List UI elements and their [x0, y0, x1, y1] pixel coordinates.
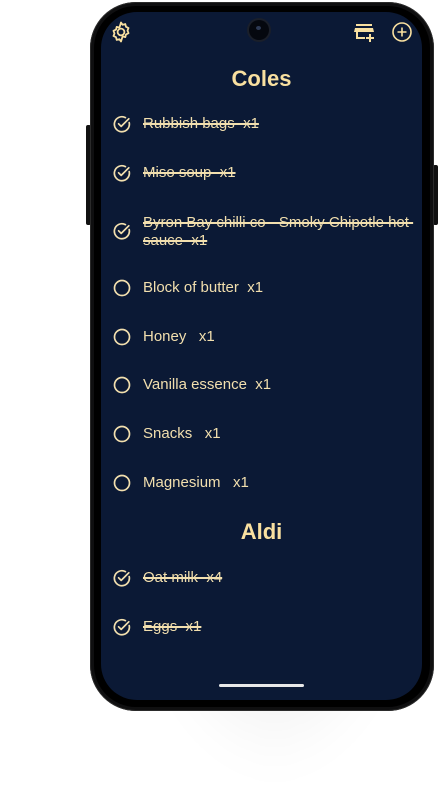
item-label: Magnesium x1: [143, 474, 249, 491]
item-label: Eggs x1: [143, 618, 202, 635]
checked-circle-icon[interactable]: [112, 617, 132, 637]
unchecked-circle-icon[interactable]: [112, 473, 132, 493]
store-title: Aldi: [240, 519, 283, 544]
plus-circle-icon[interactable]: [390, 20, 414, 44]
unchecked-circle-icon[interactable]: [112, 327, 132, 347]
item-label: Honey x1: [143, 328, 215, 345]
list-item[interactable]: Block of butter x1: [112, 276, 418, 300]
unchecked-circle-icon[interactable]: [112, 278, 132, 298]
item-label: Vanilla essence x1: [143, 376, 272, 393]
list-item[interactable]: Rubbish bags x1: [112, 112, 418, 136]
item-label: Miso soup x1: [143, 164, 236, 181]
item-label: Rubbish bags x1: [143, 115, 259, 132]
list-item[interactable]: Oat milk x4: [112, 566, 418, 590]
checked-circle-icon[interactable]: [112, 568, 132, 588]
checked-circle-icon[interactable]: [112, 114, 132, 134]
checked-circle-icon[interactable]: [112, 221, 132, 241]
item-label: Snacks x1: [143, 425, 221, 442]
list-item[interactable]: Vanilla essence x1: [112, 373, 418, 397]
front-camera: [249, 20, 269, 40]
item-label: Byron Bay chilli co - Smoky Chipotle hot…: [143, 214, 414, 249]
item-label: Block of butter x1: [143, 279, 264, 296]
list-item[interactable]: Magnesium x1: [112, 471, 418, 495]
store-title: Coles: [231, 66, 292, 91]
list-item[interactable]: Miso soup x1: [112, 161, 418, 185]
list-item[interactable]: Honey x1: [112, 325, 418, 349]
store-add-icon[interactable]: [353, 20, 377, 44]
list-item[interactable]: Byron Bay chilli co - Smoky Chipotle hot…: [112, 211, 418, 251]
unchecked-circle-icon[interactable]: [112, 424, 132, 444]
list-item[interactable]: Eggs x1: [112, 615, 418, 639]
app-screen: Coles Rubbish bags x1 Miso soup x1 Byron B…: [101, 12, 422, 700]
item-label: Oat milk x4: [143, 569, 223, 586]
list-item[interactable]: Snacks x1: [112, 422, 418, 446]
home-indicator[interactable]: [219, 684, 304, 687]
checked-circle-icon[interactable]: [112, 163, 132, 183]
gear-icon[interactable]: [109, 20, 133, 44]
unchecked-circle-icon[interactable]: [112, 375, 132, 395]
